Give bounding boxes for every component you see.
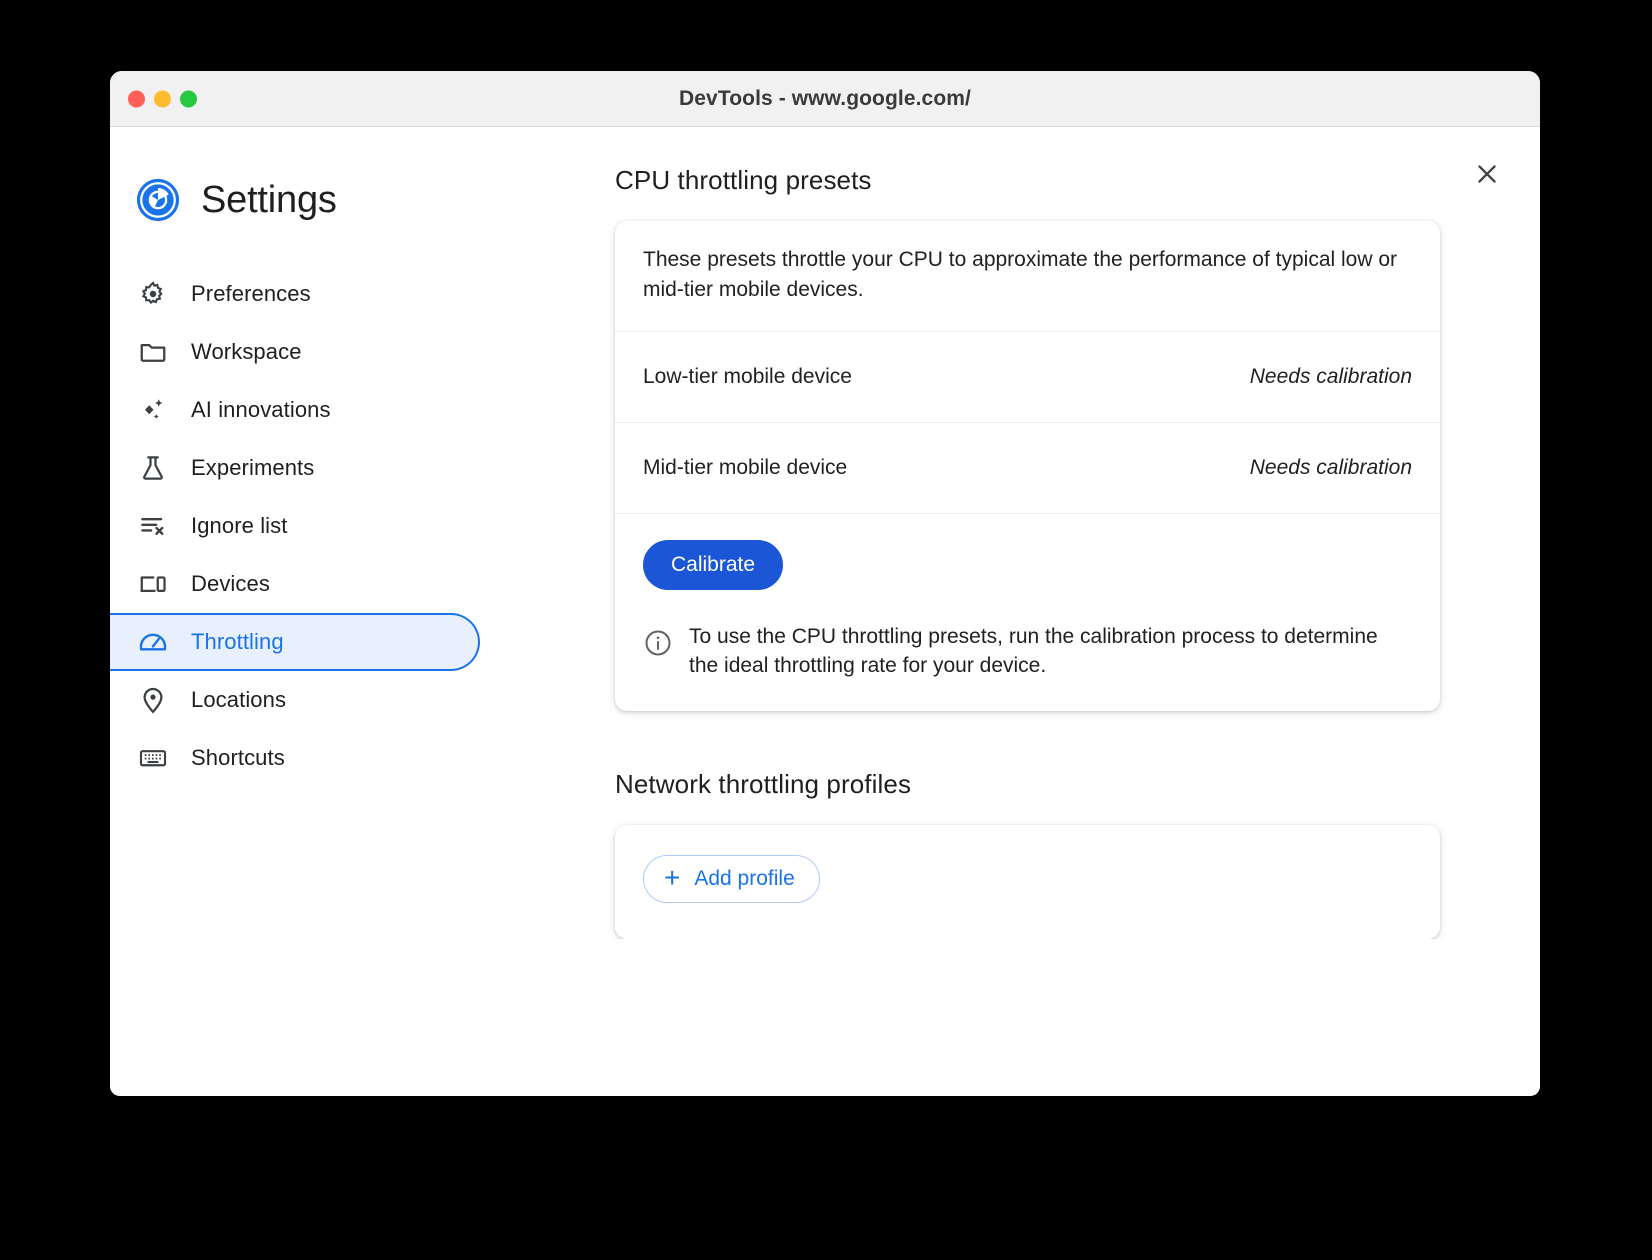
sidebar-item-devices[interactable]: Devices: [110, 555, 480, 613]
sidebar-item-locations[interactable]: Locations: [110, 671, 480, 729]
folder-icon: [137, 336, 169, 368]
sidebar-item-label: AI innovations: [191, 397, 331, 422]
devices-icon: [137, 568, 169, 600]
flask-icon: [137, 452, 169, 484]
chrome-devtools-logo-icon: [136, 178, 180, 222]
network-profiles-heading: Network throttling profiles: [615, 769, 912, 800]
ignore-list-icon: [137, 510, 169, 542]
plus-icon: +: [664, 862, 681, 894]
settings-title: Settings: [201, 178, 337, 221]
settings-sidebar: Settings Preferences Workspace AI innova…: [110, 127, 508, 787]
sidebar-item-label: Workspace: [191, 339, 302, 364]
sidebar-item-label: Experiments: [191, 455, 315, 480]
settings-brand: Settings: [110, 177, 508, 223]
sidebar-item-label: Throttling: [191, 629, 284, 654]
sparkle-icon: [137, 394, 169, 426]
network-profiles-card: + Add profile: [615, 825, 1440, 940]
calibration-info: To use the CPU throttling presets, run t…: [643, 622, 1412, 682]
sidebar-item-label: Locations: [191, 687, 287, 712]
cpu-presets-card: These presets throttle your CPU to appro…: [615, 221, 1440, 712]
sidebar-item-throttling[interactable]: Throttling: [110, 613, 480, 671]
settings-dialog: Settings Preferences Workspace AI innova…: [110, 127, 1540, 1095]
close-icon: [1478, 165, 1496, 183]
minimize-window-button[interactable]: [154, 90, 171, 107]
preset-name: Low-tier mobile device: [643, 364, 852, 388]
devtools-window: DevTools - www.google.com/ Settings Pref…: [110, 71, 1540, 1096]
calibration-info-text: To use the CPU throttling presets, run t…: [689, 624, 1378, 678]
sidebar-item-preferences[interactable]: Preferences: [110, 265, 480, 323]
sidebar-item-label: Preferences: [191, 281, 311, 306]
sidebar-item-label: Shortcuts: [191, 745, 285, 770]
cpu-presets-actions: Calibrate To use the CPU throttling pres…: [615, 514, 1440, 712]
status-badge: Needs calibration: [1249, 455, 1412, 479]
calibrate-button[interactable]: Calibrate: [643, 539, 784, 590]
cpu-presets-heading: CPU throttling presets: [615, 165, 872, 195]
gear-icon: [137, 278, 169, 310]
sidebar-item-label: Ignore list: [191, 513, 288, 538]
preset-name: Mid-tier mobile device: [643, 455, 848, 479]
settings-nav: Preferences Workspace AI innovations Exp…: [110, 265, 508, 787]
close-window-button[interactable]: [128, 90, 145, 107]
window-titlebar: DevTools - www.google.com/: [110, 71, 1540, 127]
sidebar-item-label: Devices: [191, 571, 270, 596]
sidebar-item-workspace[interactable]: Workspace: [110, 323, 480, 381]
traffic-light-controls: [128, 90, 197, 107]
add-profile-label: Add profile: [694, 867, 795, 891]
add-profile-button[interactable]: + Add profile: [643, 855, 820, 904]
table-row: Mid-tier mobile device Needs calibration: [615, 423, 1440, 514]
settings-main-panel: CPU throttling presets These presets thr…: [508, 127, 1540, 940]
zoom-window-button[interactable]: [180, 90, 197, 107]
cpu-presets-description: These presets throttle your CPU to appro…: [615, 221, 1440, 332]
sidebar-item-ai-innovations[interactable]: AI innovations: [110, 381, 480, 439]
speedometer-icon: [137, 626, 169, 658]
sidebar-item-ignore-list[interactable]: Ignore list: [110, 497, 480, 555]
screen: DevTools - www.google.com/ Settings Pref…: [0, 0, 1652, 1260]
sidebar-item-shortcuts[interactable]: Shortcuts: [110, 729, 480, 787]
sidebar-item-experiments[interactable]: Experiments: [110, 439, 480, 497]
close-settings-button[interactable]: [1468, 155, 1506, 193]
info-icon: [643, 628, 673, 658]
keyboard-icon: [137, 742, 169, 774]
location-pin-icon: [137, 684, 169, 716]
window-title: DevTools - www.google.com/: [679, 86, 971, 110]
status-badge: Needs calibration: [1249, 364, 1412, 388]
table-row: Low-tier mobile device Needs calibration: [615, 332, 1440, 423]
